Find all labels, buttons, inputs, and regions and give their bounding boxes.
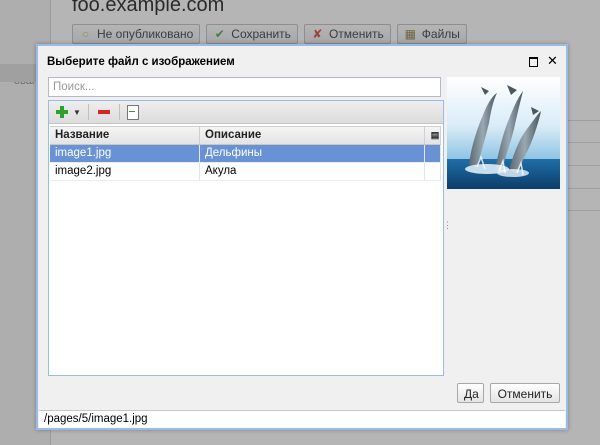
row-spacer bbox=[425, 145, 441, 162]
image-preview bbox=[447, 77, 560, 189]
file-name-cell: image1.jpg bbox=[50, 145, 200, 162]
toolbar-separator bbox=[118, 104, 120, 120]
grid-body: image1.jpg Дельфины image2.jpg Акула bbox=[50, 145, 441, 181]
column-header-description[interactable]: Описание bbox=[200, 127, 425, 144]
file-description-cell: Дельфины bbox=[200, 145, 425, 162]
close-button[interactable]: ✕ bbox=[547, 53, 558, 68]
plus-icon bbox=[55, 105, 69, 119]
file-description-cell: Акула bbox=[200, 163, 425, 180]
add-button[interactable]: ▼ bbox=[52, 103, 84, 121]
panel-splitter-handle[interactable]: ⋮ bbox=[443, 221, 452, 230]
grid-toolbar: ▼ bbox=[49, 101, 443, 124]
document-edit-icon bbox=[126, 104, 139, 120]
row-spacer bbox=[425, 163, 441, 180]
column-header-name[interactable]: Название bbox=[50, 127, 200, 144]
dolphins-image bbox=[447, 77, 560, 189]
grid-header: Название Описание ▤ bbox=[50, 126, 441, 145]
dialog-title: Выберите файл с изображением bbox=[47, 56, 235, 68]
table-row[interactable]: image2.jpg Акула bbox=[50, 163, 441, 181]
close-icon: ✕ bbox=[547, 53, 558, 68]
table-row[interactable]: image1.jpg Дельфины bbox=[50, 145, 441, 163]
minus-icon bbox=[97, 110, 110, 114]
file-grid-panel: ▼ Название Описание ▤ image1.jpg Дельфин… bbox=[48, 100, 444, 376]
column-menu-icon: ▤ bbox=[430, 130, 440, 140]
image-picker-dialog: Выберите файл с изображением ✕ ▼ Названи bbox=[36, 44, 568, 430]
column-menu-button[interactable]: ▤ bbox=[425, 127, 441, 144]
selected-file-path: /pages/5/image1.jpg bbox=[39, 410, 565, 428]
dialog-window-controls: ✕ bbox=[529, 53, 558, 68]
edit-description-button[interactable] bbox=[124, 103, 142, 121]
dropdown-arrow-icon: ▼ bbox=[73, 107, 81, 117]
cancel-button[interactable]: Отменить bbox=[490, 383, 560, 403]
toolbar-separator bbox=[87, 104, 89, 120]
search-input[interactable] bbox=[48, 77, 441, 97]
maximize-icon bbox=[529, 57, 538, 67]
maximize-button[interactable] bbox=[529, 55, 540, 67]
ok-button[interactable]: Да bbox=[457, 383, 484, 403]
file-name-cell: image2.jpg bbox=[50, 163, 200, 180]
remove-button[interactable] bbox=[93, 103, 115, 121]
